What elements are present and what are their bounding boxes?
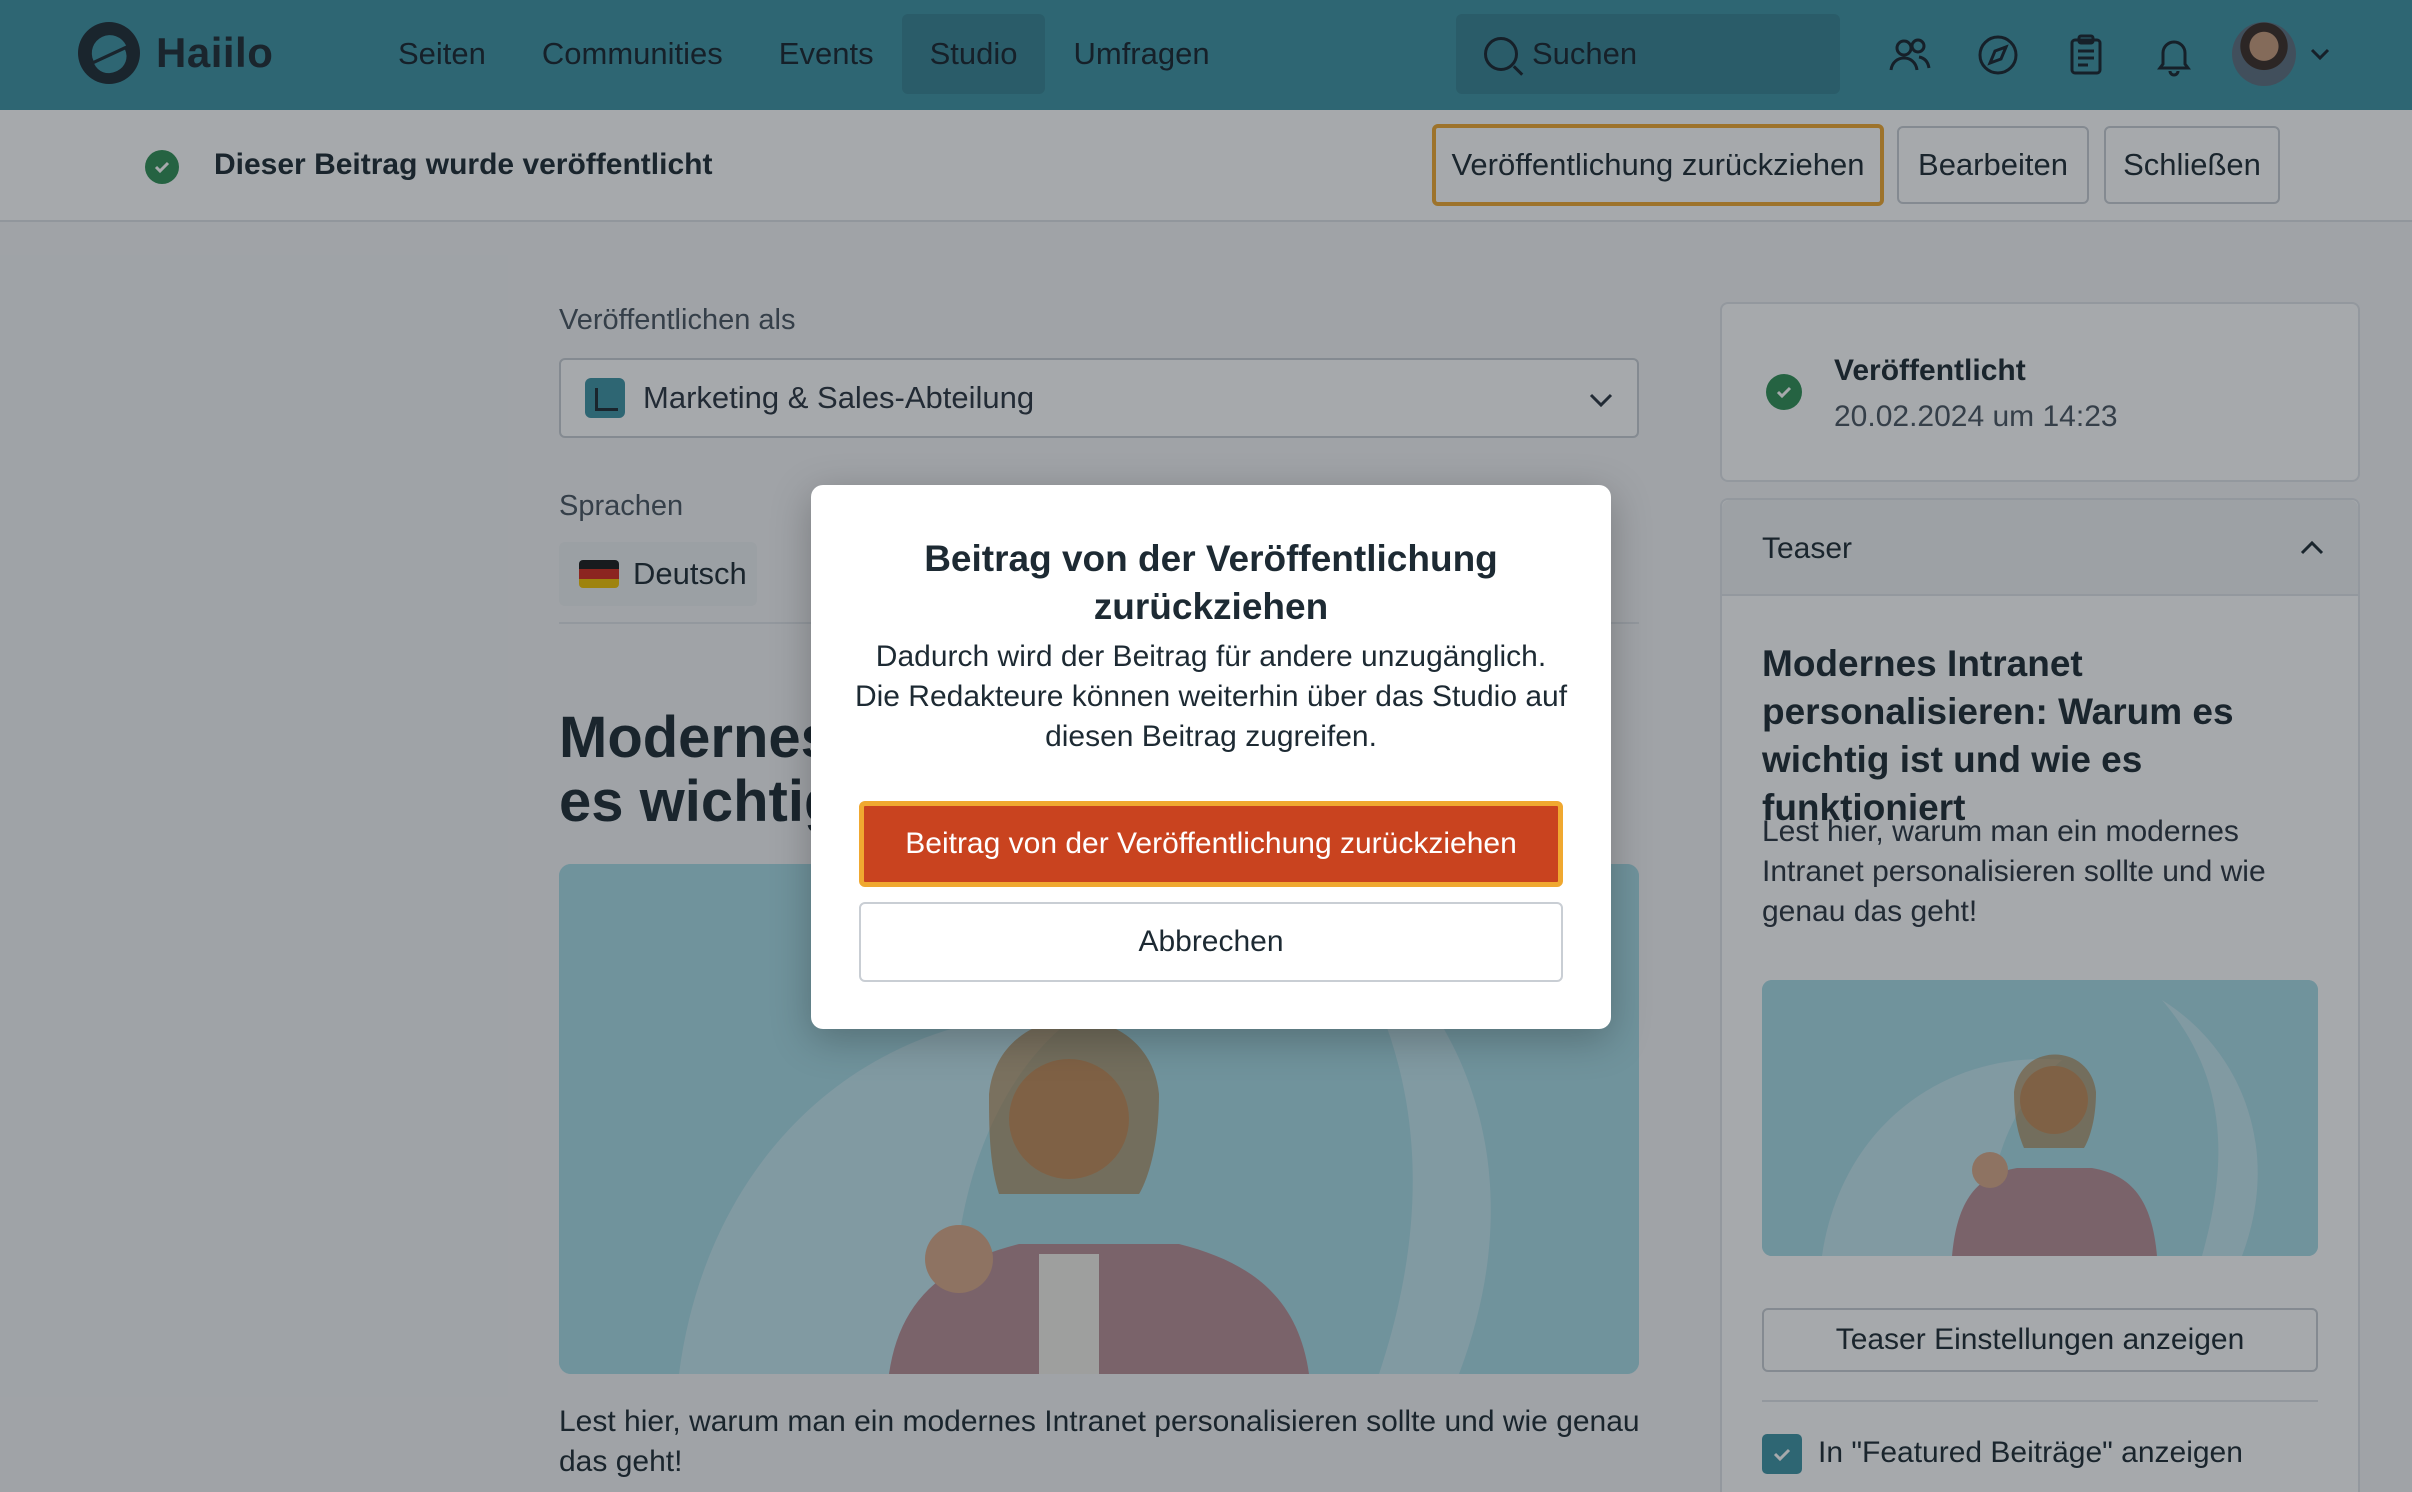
dialog-text: Dadurch wird der Beitrag für andere unzu…	[854, 640, 1568, 753]
dialog-title: Beitrag von der Veröffentlichung zurückz…	[924, 538, 1498, 627]
cancel-button[interactable]: Abbrechen	[859, 902, 1563, 982]
confirm-unpublish-button[interactable]: Beitrag von der Veröffentlichung zurückz…	[859, 801, 1563, 887]
unpublish-dialog: Beitrag von der Veröffentlichung zurückz…	[811, 485, 1611, 1029]
